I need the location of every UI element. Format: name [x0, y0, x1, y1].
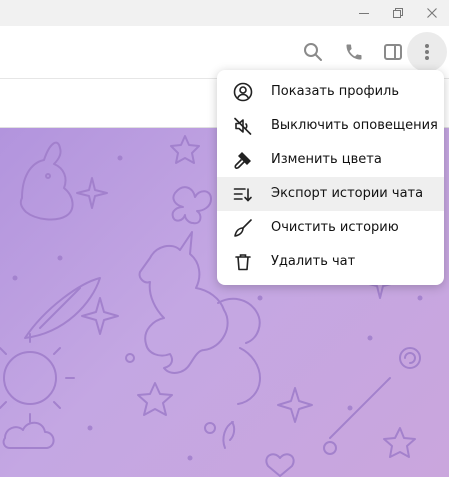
export-icon	[233, 188, 252, 202]
paint-icon	[234, 152, 251, 169]
close-icon[interactable]	[415, 0, 449, 26]
minimize-icon[interactable]	[347, 0, 381, 26]
mute-icon	[234, 117, 252, 135]
profile-icon	[233, 82, 253, 102]
trash-icon	[235, 254, 251, 271]
menu-item-label: Удалить чат	[271, 254, 356, 269]
menu-item-change-colors[interactable]: Изменить цвета	[217, 143, 444, 177]
menu-item-delete-chat[interactable]: Удалить чат	[217, 245, 444, 279]
menu-item-label: Выключить оповещения	[271, 118, 438, 133]
more-vertical-icon[interactable]	[407, 32, 447, 72]
menu-item-label: Экспорт истории чата	[271, 186, 424, 201]
menu-item-export-history[interactable]: Экспорт истории чата	[217, 177, 444, 211]
window-titlebar	[0, 0, 449, 26]
menu-item-clear-history[interactable]: Очистить историю	[217, 211, 444, 245]
menu-item-label: Показать профиль	[271, 84, 400, 99]
chat-options-menu: Показать профиль Выключить оповещения Из…	[217, 70, 444, 285]
menu-item-label: Очистить историю	[271, 220, 399, 235]
menu-item-mute-notifications[interactable]: Выключить оповещения	[217, 109, 444, 143]
broom-icon	[234, 219, 252, 237]
menu-item-label: Изменить цвета	[271, 152, 382, 167]
menu-item-show-profile[interactable]: Показать профиль	[217, 75, 444, 109]
restore-icon[interactable]	[381, 0, 415, 26]
